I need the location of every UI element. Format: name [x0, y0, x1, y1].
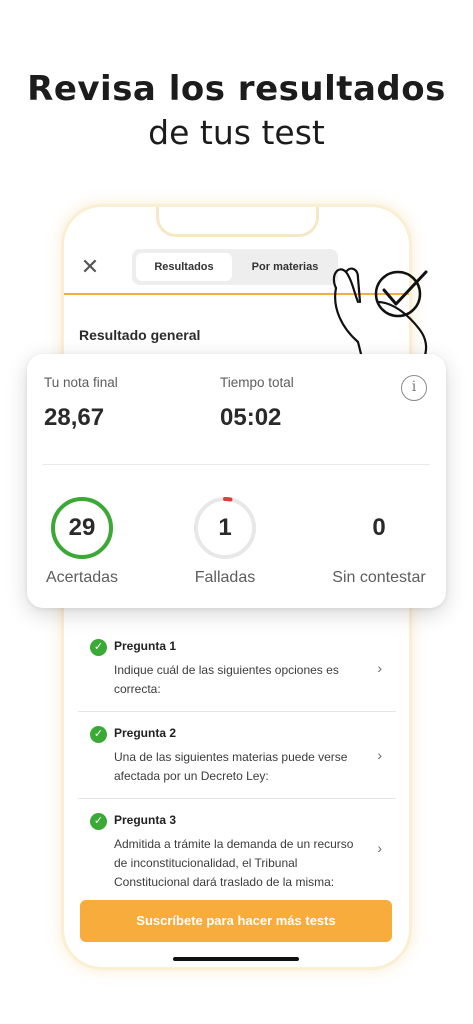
info-icon[interactable]: i [401, 375, 427, 401]
question-list: ✓ Pregunta 1 Indique cuál de las siguien… [78, 625, 396, 897]
headline-line-1: Revisa los resultados [27, 69, 446, 109]
total-time-label: Tiempo total [220, 375, 294, 390]
card-divider [43, 464, 430, 465]
tab-resultados[interactable]: Resultados [136, 253, 232, 281]
question-text: Admitida a trámite la demanda de un recu… [114, 837, 354, 889]
question-title: Pregunta 3 [114, 813, 177, 827]
segmented-tabs: Resultados Por materias [132, 249, 338, 285]
correct-count: 29 [68, 514, 96, 541]
section-title: Resultado general [79, 327, 201, 343]
chevron-right-icon: › [377, 840, 382, 856]
chevron-right-icon: › [377, 660, 382, 676]
total-time-value: 05:02 [220, 404, 282, 431]
wrong-ring: 1 [193, 496, 257, 560]
final-grade-label: Tu nota final [44, 375, 118, 390]
check-icon: ✓ [90, 639, 107, 656]
headline: Revisa los resultados de tus test [0, 66, 473, 154]
question-item-1[interactable]: ✓ Pregunta 1 Indique cuál de las siguien… [78, 625, 396, 712]
headline-line-2: de tus test [148, 113, 325, 152]
correct-label: Acertadas [45, 569, 119, 586]
question-text: Una de las siguientes materias puede ver… [114, 750, 348, 783]
chevron-right-icon: › [377, 747, 382, 763]
unanswered-stat: 0 [347, 496, 411, 560]
phone-notch [156, 207, 319, 237]
question-item-3[interactable]: ✓ Pregunta 3 Admitida a trámite la deman… [78, 799, 396, 897]
tab-por-materias[interactable]: Por materias [236, 253, 334, 281]
wrong-count: 1 [218, 514, 232, 541]
unanswered-label: Sin contestar [332, 569, 426, 586]
correct-ring: 29 [50, 496, 114, 560]
close-icon[interactable]: ✕ [80, 256, 100, 278]
hand-tap-check-icon [332, 267, 428, 358]
home-indicator [173, 957, 299, 961]
question-title: Pregunta 1 [114, 639, 177, 653]
check-icon: ✓ [90, 726, 107, 743]
question-title: Pregunta 2 [114, 726, 177, 740]
wrong-label: Falladas [194, 569, 256, 586]
subscribe-button[interactable]: Suscríbete para hacer más tests [80, 900, 392, 942]
question-text: Indique cuál de las siguientes opciones … [114, 663, 339, 696]
final-grade-value: 28,67 [44, 404, 105, 431]
question-item-2[interactable]: ✓ Pregunta 2 Una de las siguientes mater… [78, 712, 396, 799]
check-icon: ✓ [90, 813, 107, 830]
unanswered-count: 0 [372, 514, 386, 541]
results-summary-card: Tu nota final 28,67 Tiempo total 05:02 i… [27, 354, 446, 608]
